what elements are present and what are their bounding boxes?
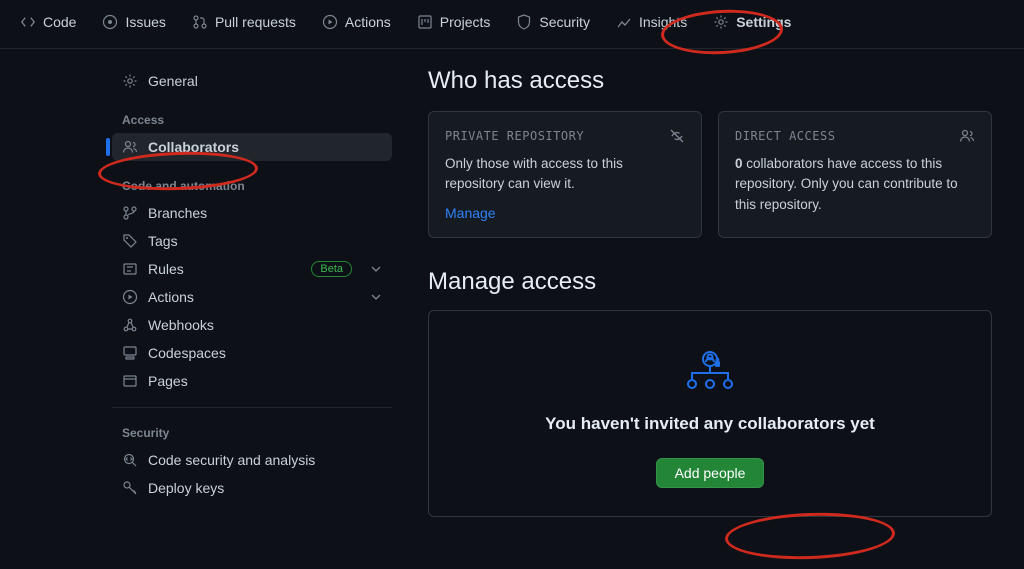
tab-pull-requests[interactable]: Pull requests <box>182 8 306 36</box>
tab-projects[interactable]: Projects <box>407 8 501 36</box>
sidebar-item-label: Branches <box>148 205 207 221</box>
sidebar-item-deploy-keys[interactable]: Deploy keys <box>112 474 392 502</box>
sidebar-item-label: Codespaces <box>148 345 226 361</box>
shield-icon <box>516 14 532 30</box>
webhook-icon <box>122 317 138 333</box>
sidebar-item-codespaces[interactable]: Codespaces <box>112 339 392 367</box>
play-icon <box>122 289 138 305</box>
box-title-text: DIRECT ACCESS <box>735 129 835 143</box>
pull-request-icon <box>192 14 208 30</box>
sidebar-item-actions[interactable]: Actions <box>112 283 392 311</box>
add-people-button[interactable]: Add people <box>656 458 765 488</box>
tab-issues[interactable]: Issues <box>92 8 175 36</box>
sidebar-item-pages[interactable]: Pages <box>112 367 392 395</box>
annotation-circle <box>724 510 896 562</box>
empty-state-message: You haven't invited any collaborators ye… <box>453 414 967 434</box>
tab-code[interactable]: Code <box>10 8 86 36</box>
tab-insights-label: Insights <box>639 14 687 30</box>
tab-security[interactable]: Security <box>506 8 600 36</box>
graph-icon <box>616 14 632 30</box>
sidebar-item-label: Deploy keys <box>148 480 224 496</box>
sidebar-item-label: Actions <box>148 289 194 305</box>
browser-icon <box>122 373 138 389</box>
sidebar-item-general[interactable]: General <box>112 67 392 95</box>
page-title: Who has access <box>428 67 992 95</box>
sidebar-item-branches[interactable]: Branches <box>112 199 392 227</box>
tab-projects-label: Projects <box>440 14 491 30</box>
manage-link[interactable]: Manage <box>445 205 496 221</box>
tab-pr-label: Pull requests <box>215 14 296 30</box>
tag-icon <box>122 233 138 249</box>
tab-issues-label: Issues <box>125 14 165 30</box>
people-icon <box>122 139 138 155</box>
manage-access-panel: You haven't invited any collaborators ye… <box>428 310 992 517</box>
gear-icon <box>713 14 729 30</box>
sidebar-section-security: Security <box>122 426 392 440</box>
box-title-text: PRIVATE REPOSITORY <box>445 129 584 143</box>
project-icon <box>417 14 433 30</box>
branch-icon <box>122 205 138 221</box>
main-content: Who has access PRIVATE REPOSITORY Only t… <box>400 67 1024 517</box>
people-icon <box>959 128 975 144</box>
sidebar-item-code-security[interactable]: Code security and analysis <box>112 446 392 474</box>
manage-title: Manage access <box>428 268 992 296</box>
settings-sidebar: General Access Collaborators Code and au… <box>0 67 400 517</box>
beta-pill: Beta <box>311 261 352 277</box>
tab-actions-label: Actions <box>345 14 391 30</box>
rules-icon <box>122 261 138 277</box>
chevron-down-icon <box>370 291 382 303</box>
gear-icon <box>122 73 138 89</box>
tab-actions[interactable]: Actions <box>312 8 401 36</box>
tab-security-label: Security <box>539 14 590 30</box>
box-body: 0 collaborators have access to this repo… <box>735 154 975 215</box>
key-icon <box>122 480 138 496</box>
private-repo-box: PRIVATE REPOSITORY Only those with acces… <box>428 111 702 238</box>
sidebar-item-tags[interactable]: Tags <box>112 227 392 255</box>
sidebar-item-collaborators[interactable]: Collaborators <box>112 133 392 161</box>
collaboration-network-icon <box>682 347 738 394</box>
sidebar-section-code: Code and automation <box>122 179 392 193</box>
sidebar-item-webhooks[interactable]: Webhooks <box>112 311 392 339</box>
sidebar-item-label: Pages <box>148 373 188 389</box>
box-body-rest: collaborators have access to this reposi… <box>735 156 958 212</box>
sidebar-item-label: Webhooks <box>148 317 214 333</box>
direct-access-box: DIRECT ACCESS 0 collaborators have acces… <box>718 111 992 238</box>
sidebar-item-label: Code security and analysis <box>148 452 315 468</box>
collaborator-count: 0 <box>735 156 743 171</box>
code-scan-icon <box>122 452 138 468</box>
code-icon <box>20 14 36 30</box>
repo-nav: Code Issues Pull requests Actions Projec… <box>0 0 1024 49</box>
tab-code-label: Code <box>43 14 76 30</box>
tab-settings[interactable]: Settings <box>703 8 801 36</box>
play-icon <box>322 14 338 30</box>
tab-settings-label: Settings <box>736 14 791 30</box>
chevron-down-icon <box>370 263 382 275</box>
codespaces-icon <box>122 345 138 361</box>
sidebar-section-access: Access <box>122 113 392 127</box>
eye-closed-icon <box>669 128 685 144</box>
sidebar-item-label: General <box>148 73 198 89</box>
tab-insights[interactable]: Insights <box>606 8 697 36</box>
sidebar-item-rules[interactable]: Rules Beta <box>112 255 392 283</box>
sidebar-item-label: Collaborators <box>148 139 239 155</box>
divider <box>112 407 392 408</box>
sidebar-item-label: Rules <box>148 261 184 277</box>
issue-icon <box>102 14 118 30</box>
sidebar-item-label: Tags <box>148 233 178 249</box>
box-body: Only those with access to this repositor… <box>445 154 685 195</box>
